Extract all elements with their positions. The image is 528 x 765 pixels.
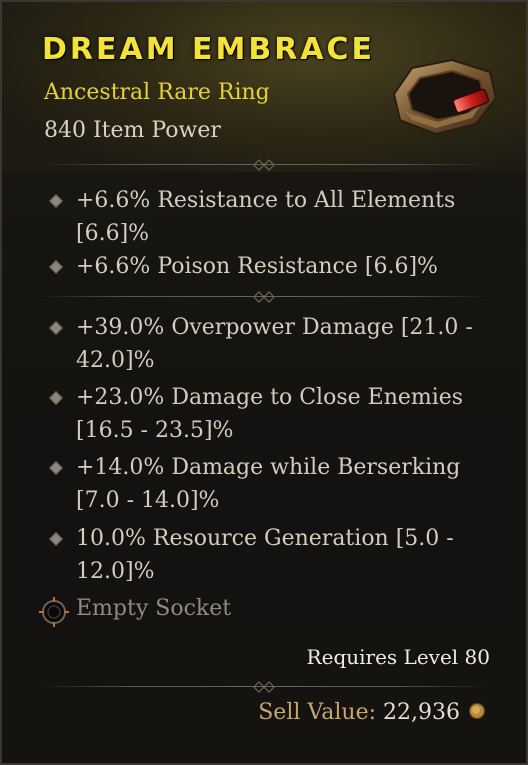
empty-socket-label: Empty Socket [76,596,232,621]
ring-icon [392,58,498,136]
affix-bullet-icon [48,259,64,275]
affix: +39.0% Overpower Damage [21.0 - 42.0]% [76,311,476,377]
sell-value-amount: 22,936 [383,700,460,725]
divider-ornament-icon [253,291,275,303]
level-requirement: Requires Level 80 [306,645,490,669]
section-divider [38,290,490,304]
implicit-affix: +6.6% Resistance to All Elements [6.6]% [76,184,476,250]
implicit-affix: +6.6% Poison Resistance [6.6]% [76,250,476,283]
divider-ornament-icon [253,681,275,693]
gold-coin-icon [468,702,486,720]
affix-bullet-icon [48,193,64,209]
item-type: Ancestral Rare Ring [44,80,270,105]
affix-line: 42.0]% [76,348,155,373]
affix-bullet-icon [48,390,64,406]
sell-value: Sell Value: 22,936 [258,696,460,729]
affix-line: +39.0% Overpower Damage [21.0 - [76,315,473,340]
section-divider [38,680,490,694]
item-name: DREAM EMBRACE [42,32,376,67]
affix-line: 12.0]% [76,559,155,584]
affix-line: 10.0% Resource Generation [5.0 - [76,526,454,551]
affix-line: +6.6% Resistance to All Elements [76,188,456,213]
item-tooltip: DREAM EMBRACE Ancestral Rare Ring 840 It… [0,0,528,765]
affix: +23.0% Damage to Close Enemies [16.5 - 2… [76,381,476,447]
affix-line: [7.0 - 14.0]% [76,488,220,513]
affix: 10.0% Resource Generation [5.0 - 12.0]% [76,522,476,588]
affix-line: +23.0% Damage to Close Enemies [76,385,464,410]
affix-line: +14.0% Damage while Berserking [76,455,461,480]
item-power: 840 Item Power [44,118,221,143]
sell-value-label: Sell Value: [258,700,377,725]
affix-bullet-icon [48,531,64,547]
section-divider [38,158,490,172]
affix-line: +6.6% Poison Resistance [6.6]% [76,254,438,279]
affix-line: [16.5 - 23.5]% [76,418,234,443]
affix-bullet-icon [48,460,64,476]
socket-icon [39,597,69,627]
divider-ornament-icon [253,159,275,171]
affix-line: [6.6]% [76,221,150,246]
affix: +14.0% Damage while Berserking [7.0 - 14… [76,451,476,517]
affix-bullet-icon [48,320,64,336]
